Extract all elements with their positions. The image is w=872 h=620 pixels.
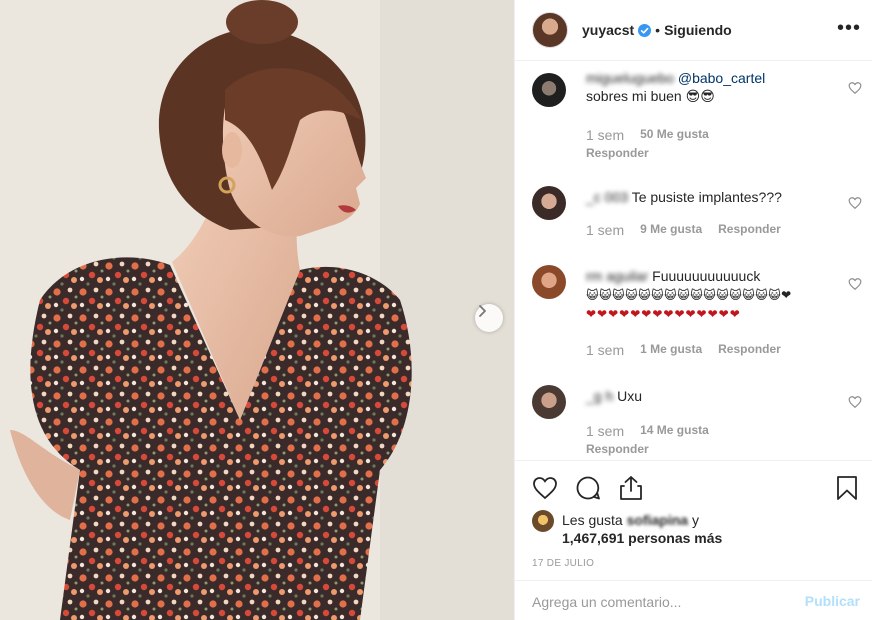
comment-likes-count[interactable]: 14 Me gusta xyxy=(640,423,709,439)
separator-dot: • xyxy=(655,22,661,38)
comment-item: migueluguebo @babo_cartel sobres mi buen… xyxy=(532,69,862,169)
comment-mention[interactable]: @babo_cartel xyxy=(678,70,765,86)
comment-meta: 1 sem 50 Me gusta xyxy=(586,127,709,143)
comment-text: _c 003 Te pusiste implantes??? xyxy=(586,188,836,206)
post-header: yuyacst • Siguiendo ••• xyxy=(515,0,872,61)
comment-body: Uxu xyxy=(617,388,643,404)
comment-likes-count[interactable]: 50 Me gusta xyxy=(640,127,709,143)
comment-meta: 1 sem 1 Me gusta Responder xyxy=(586,342,781,358)
comment-item: _c 003 Te pusiste implantes??? 1 sem 9 M… xyxy=(532,183,862,243)
action-bar xyxy=(515,460,872,508)
following-button[interactable]: Siguiendo xyxy=(664,22,732,38)
comment-like-heart-icon[interactable] xyxy=(848,395,862,409)
author-avatar[interactable] xyxy=(532,12,568,48)
commenter-avatar[interactable] xyxy=(532,385,566,419)
comment-text: migueluguebo @babo_cartel sobres mi buen… xyxy=(586,69,826,105)
comment-like-heart-icon[interactable] xyxy=(848,277,862,291)
comment-emoji-line: 😺😺😺😺😺😺😺😺😺😺😺😺😺😺😺❤ xyxy=(586,288,792,302)
comment-time: 1 sem xyxy=(586,127,625,143)
comment-hearts-line: ❤❤❤❤❤❤❤❤❤❤❤❤❤❤ xyxy=(586,307,741,321)
comment-body: Fuuuuuuuuuuuck xyxy=(652,268,761,284)
post-sidebar: yuyacst • Siguiendo ••• migueluguebo @ba… xyxy=(514,0,872,620)
comment-time: 1 sem xyxy=(586,423,625,439)
next-photo-button[interactable] xyxy=(475,304,503,332)
comment-meta: 1 sem 14 Me gusta xyxy=(586,423,709,439)
reply-button[interactable]: Responder xyxy=(718,342,781,358)
verified-badge-icon xyxy=(638,23,652,37)
comment-likes-count[interactable]: 9 Me gusta xyxy=(640,222,702,238)
likes-line: Les gusta sofiapina y xyxy=(562,512,699,528)
liker-avatar[interactable] xyxy=(532,510,554,532)
commenter-username[interactable]: _c 003 xyxy=(586,189,628,205)
share-icon[interactable] xyxy=(617,474,645,502)
photo-illustration xyxy=(0,0,514,620)
more-options-icon[interactable]: ••• xyxy=(837,17,861,40)
commenter-avatar[interactable] xyxy=(532,186,566,220)
comments-list[interactable]: migueluguebo @babo_cartel sobres mi buen… xyxy=(515,61,872,460)
commenter-avatar[interactable] xyxy=(532,265,566,299)
commenter-avatar[interactable] xyxy=(532,73,566,107)
commenter-username[interactable]: migueluguebo xyxy=(586,70,674,86)
bookmark-icon[interactable] xyxy=(833,474,861,502)
comment-item: _g h Uxu 1 sem 14 Me gusta Responder xyxy=(532,383,862,460)
post-date[interactable]: 17 DE JULIO xyxy=(532,558,594,569)
instagram-post: yuyacst • Siguiendo ••• migueluguebo @ba… xyxy=(0,0,872,620)
comment-icon[interactable] xyxy=(574,474,602,502)
comment-item: rm aguilar Fuuuuuuuuuuuck 😺😺😺😺😺😺😺😺😺😺😺😺😺😺… xyxy=(532,264,862,364)
heart-icon[interactable] xyxy=(531,474,559,502)
commenter-username[interactable]: _g h xyxy=(586,388,613,404)
comment-body: sobres mi buen 😎😎 xyxy=(586,88,715,104)
comment-text: rm aguilar Fuuuuuuuuuuuck 😺😺😺😺😺😺😺😺😺😺😺😺😺😺… xyxy=(586,267,846,323)
reply-button[interactable]: Responder xyxy=(718,222,781,238)
reply-button[interactable]: Responder xyxy=(586,442,649,456)
comment-like-heart-icon[interactable] xyxy=(848,81,862,95)
comment-likes-count[interactable]: 1 Me gusta xyxy=(640,342,702,358)
author-username[interactable]: yuyacst xyxy=(582,22,634,38)
comment-time: 1 sem xyxy=(586,342,625,358)
comment-meta: 1 sem 9 Me gusta Responder xyxy=(586,222,781,238)
reply-button[interactable]: Responder xyxy=(586,146,649,160)
add-comment-bar: Publicar xyxy=(515,580,872,620)
commenter-username[interactable]: rm aguilar xyxy=(586,268,648,284)
comment-body: Te pusiste implantes??? xyxy=(631,189,782,205)
comment-text: _g h Uxu xyxy=(586,387,826,405)
post-photo[interactable] xyxy=(0,0,514,620)
comment-like-heart-icon[interactable] xyxy=(848,196,862,210)
likes-suffix: y xyxy=(691,512,699,528)
chevron-right-icon xyxy=(479,305,486,317)
publish-button[interactable]: Publicar xyxy=(805,593,860,609)
liker-username[interactable]: sofiapina xyxy=(627,512,688,528)
comment-time: 1 sem xyxy=(586,222,625,238)
likes-prefix: Les gusta xyxy=(562,512,623,528)
comment-input[interactable] xyxy=(532,591,782,613)
likes-count[interactable]: 1,467,691 personas más xyxy=(562,530,722,546)
